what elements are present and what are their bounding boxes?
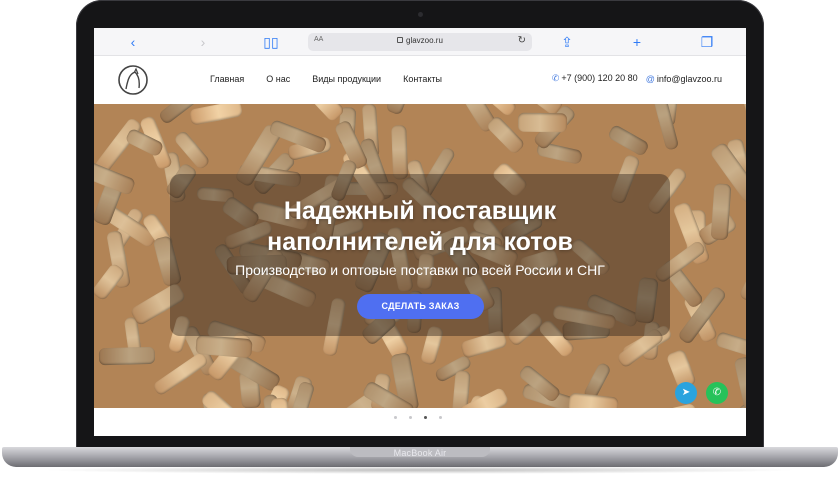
slider-dot[interactable] — [439, 416, 442, 419]
pellet — [517, 112, 567, 132]
slider-dots — [394, 416, 442, 419]
device-label: MacBook Air — [393, 448, 447, 458]
header-contacts: ✆ +7 (900) 120 20 80 @ info@glavzoo.ru — [552, 73, 722, 84]
text-size-button[interactable]: AA — [314, 36, 323, 43]
camera — [418, 12, 423, 17]
pellet — [738, 253, 746, 303]
nav-products[interactable]: Виды продукции — [312, 74, 381, 84]
url-text: glavzoo.ru — [406, 36, 443, 45]
pellet — [568, 392, 619, 408]
pellet — [652, 402, 698, 408]
tabs-icon[interactable]: ❐ — [698, 33, 716, 51]
email-link[interactable]: @ info@glavzoo.ru — [646, 74, 722, 84]
pellet — [99, 347, 156, 366]
pellet — [391, 124, 408, 180]
hero-banner: Надежный поставщик наполнителей для кото… — [94, 104, 746, 408]
new-tab-icon[interactable]: + — [628, 33, 646, 51]
pellet — [385, 104, 413, 116]
cat-logo-icon[interactable] — [116, 63, 150, 97]
hero-title: Надежный поставщик наполнителей для кото… — [154, 196, 686, 258]
whatsapp-icon[interactable]: ✆ — [706, 382, 728, 404]
pellet — [733, 356, 746, 408]
forward-icon[interactable]: › — [194, 33, 212, 51]
hero-title-line-1: Надежный поставщик — [283, 197, 557, 225]
hero-subtitle: Производство и оптовые поставки по всей … — [235, 262, 605, 278]
email-icon: @ — [645, 73, 655, 84]
address-bar[interactable]: AA glavzoo.ru ↻ — [308, 33, 532, 51]
pellet — [451, 370, 471, 408]
laptop-mockup: ‹ › ▯▯ AA glavzoo.ru ↻ ⇪ + ❐ Главная О н — [0, 0, 840, 482]
pellet — [188, 104, 243, 126]
order-button[interactable]: СДЕЛАТЬ ЗАКАЗ — [357, 294, 484, 319]
phone-text: +7 (900) 120 20 80 — [561, 73, 638, 83]
bookmarks-icon[interactable]: ▯▯ — [262, 33, 280, 51]
hero-title-line-2: наполнителей для котов — [267, 228, 573, 256]
site-header: Главная О нас Виды продукции Контакты ✆ +… — [94, 56, 746, 104]
pellet — [710, 183, 732, 241]
back-icon[interactable]: ‹ — [124, 33, 142, 51]
slider-dot[interactable] — [409, 416, 412, 419]
laptop-shadow — [40, 466, 800, 474]
pellet — [152, 351, 210, 397]
browser-toolbar: ‹ › ▯▯ AA glavzoo.ru ↻ ⇪ + ❐ — [94, 28, 746, 56]
slider-dot[interactable] — [394, 416, 397, 419]
email-text: info@glavzoo.ru — [656, 73, 722, 84]
lock-icon — [397, 37, 403, 43]
pellet — [736, 104, 746, 127]
reload-icon[interactable]: ↻ — [518, 35, 526, 46]
phone-icon: ✆ — [551, 73, 560, 83]
telegram-icon[interactable]: ➤ — [675, 382, 697, 404]
phone-link[interactable]: ✆ +7 (900) 120 20 80 — [552, 73, 638, 84]
slider-dot[interactable] — [424, 416, 427, 419]
share-icon[interactable]: ⇪ — [558, 33, 576, 51]
pellet — [715, 330, 746, 360]
pellet — [606, 123, 650, 158]
nav-about[interactable]: О нас — [266, 74, 290, 84]
nav-home[interactable]: Главная — [210, 74, 244, 84]
nav-contacts[interactable]: Контакты — [403, 74, 442, 84]
browser-screen: ‹ › ▯▯ AA glavzoo.ru ↻ ⇪ + ❐ Главная О н — [94, 28, 746, 436]
main-nav: Главная О нас Виды продукции Контакты — [210, 74, 442, 84]
